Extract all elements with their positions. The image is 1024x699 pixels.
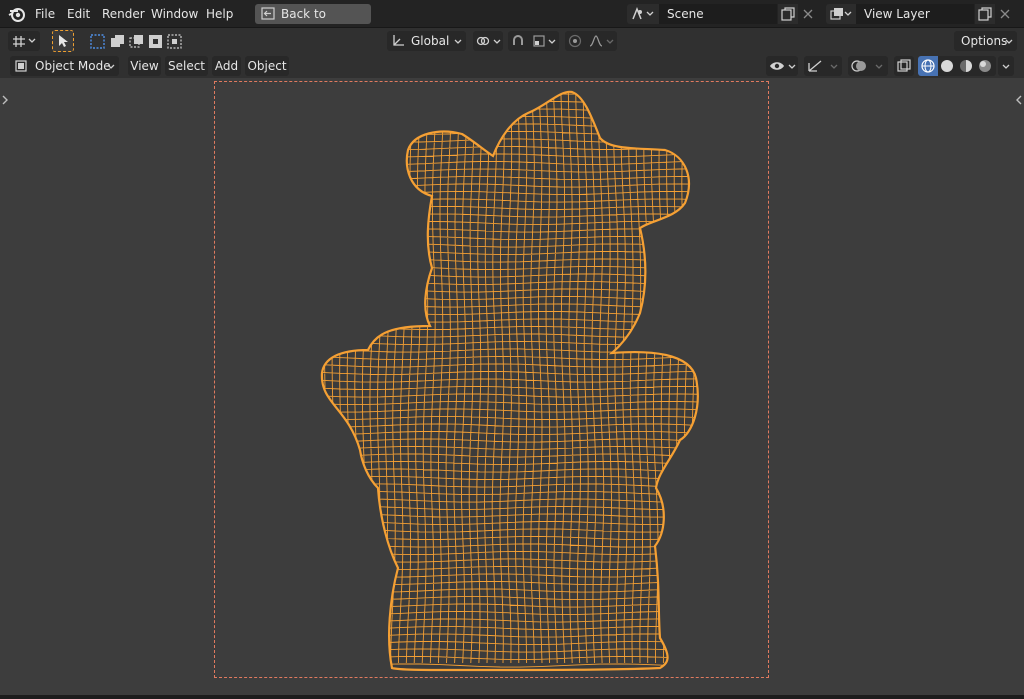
chevron-down-icon [454, 39, 462, 44]
tool-settings-bar: Global Options [0, 28, 1024, 54]
top-bar: File Edit Render Window Help Back to Pre… [0, 0, 1024, 41]
snap-group [508, 31, 559, 51]
wireframe-sphere-icon [921, 59, 935, 73]
new-scene-button[interactable] [778, 4, 798, 24]
shading-options-dropdown[interactable] [998, 56, 1014, 76]
scene-browse-button[interactable] [627, 4, 659, 24]
snap-magnet-icon[interactable] [511, 34, 525, 48]
close-icon [1000, 9, 1010, 19]
transform-orientation-label: Global [411, 34, 450, 48]
proportional-editing-group [565, 31, 617, 51]
delete-scene-button[interactable] [798, 4, 818, 24]
select-extend-icon[interactable] [108, 32, 127, 51]
chevron-down-icon [493, 39, 501, 44]
status-bar [0, 695, 1024, 699]
new-view-layer-button[interactable] [975, 4, 995, 24]
menu-help[interactable]: Help [206, 6, 233, 22]
view-layer-icon [830, 8, 852, 20]
chevron-down-icon[interactable] [830, 64, 838, 70]
viewport-header: Object Mode View Select Add Object [0, 54, 1024, 78]
chevron-down-icon [107, 64, 115, 69]
chevron-down-icon [1002, 64, 1010, 69]
transform-orientation-dropdown[interactable]: Global [387, 31, 466, 51]
snap-increment-icon[interactable] [532, 34, 546, 48]
menu-edit[interactable]: Edit [67, 6, 90, 22]
select-intersect-icon[interactable] [165, 32, 184, 51]
chevron-down-icon[interactable] [548, 39, 556, 45]
wireframe-shading-button[interactable] [918, 56, 938, 76]
duplicate-icon [781, 7, 795, 21]
gizmo-group [804, 56, 842, 76]
delete-view-layer-button[interactable] [995, 4, 1015, 24]
view-menu[interactable]: View [128, 56, 161, 76]
object-mode-icon [15, 60, 27, 72]
falloff-curve-icon[interactable] [589, 34, 603, 48]
overlays-icon[interactable] [851, 59, 867, 73]
eye-icon [770, 62, 784, 70]
mode-label: Object Mode [35, 59, 111, 73]
pivot-point-dropdown[interactable] [473, 31, 503, 51]
add-menu[interactable]: Add [212, 56, 241, 76]
object-menu[interactable]: Object [245, 56, 289, 76]
scene-icon [632, 7, 654, 20]
close-icon [803, 9, 813, 19]
cursor-arrow-icon [59, 35, 68, 47]
chevron-down-icon[interactable] [606, 39, 614, 45]
back-to-previous-button[interactable]: Back to Previous [255, 4, 371, 41]
rendered-sphere-icon[interactable] [978, 59, 992, 73]
chevron-down-icon [788, 64, 796, 69]
menu-render[interactable]: Render [102, 6, 145, 22]
3d-viewport-icon [13, 36, 36, 47]
overlays-group [848, 56, 888, 76]
menu-file[interactable]: File [35, 6, 55, 22]
3d-viewport[interactable] [0, 78, 1024, 695]
menu-window[interactable]: Window [151, 6, 198, 22]
material-preview-icon[interactable] [959, 59, 973, 73]
mode-dropdown[interactable]: Object Mode [10, 56, 119, 76]
wireframe-mesh[interactable] [0, 78, 1024, 695]
options-dropdown[interactable]: Options [954, 31, 1017, 51]
back-arrow-icon [261, 7, 275, 20]
select-invert-icon[interactable] [146, 32, 165, 51]
view-layer-name-field[interactable]: View Layer [856, 4, 974, 24]
options-label: Options [961, 34, 1008, 48]
scene-name-field[interactable]: Scene [659, 4, 777, 24]
proportional-editing-icon[interactable] [568, 34, 582, 48]
xray-toggle[interactable] [894, 56, 914, 76]
chevron-down-icon[interactable] [875, 64, 883, 70]
solid-sphere-icon[interactable] [940, 59, 954, 73]
select-subtract-icon[interactable] [127, 32, 146, 51]
orientation-gizmo-icon [393, 35, 404, 46]
gizmo-icon[interactable] [807, 59, 823, 73]
select-set-new-icon[interactable] [88, 32, 107, 51]
active-tool-button[interactable] [52, 30, 74, 52]
shading-group [918, 56, 996, 76]
blender-logo-icon[interactable] [8, 5, 26, 23]
pivot-point-icon [476, 36, 490, 46]
select-menu[interactable]: Select [165, 56, 208, 76]
chevron-down-icon [1005, 39, 1013, 44]
duplicate-icon [978, 7, 992, 21]
view-layer-browse-button[interactable] [826, 4, 856, 24]
object-visibility-dropdown[interactable] [766, 56, 798, 76]
xray-icon [897, 59, 911, 72]
editor-type-button[interactable] [8, 31, 40, 51]
